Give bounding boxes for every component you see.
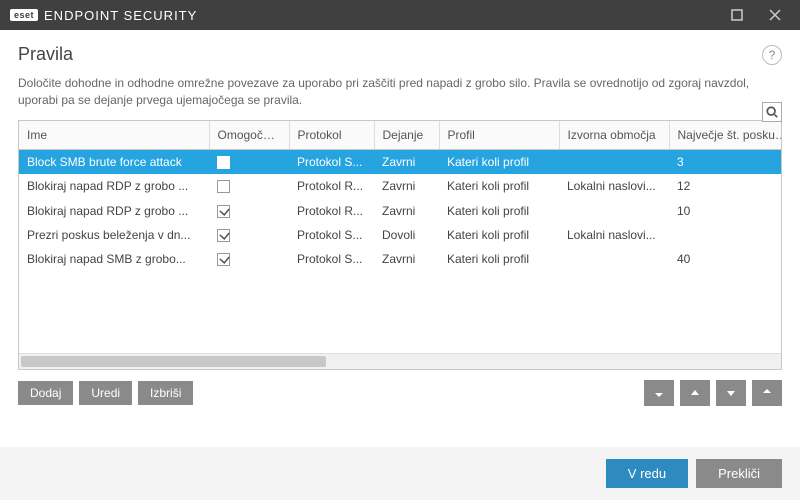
edit-button[interactable]: Uredi — [79, 381, 132, 405]
horizontal-scrollbar[interactable] — [19, 353, 781, 369]
cell-protocol: Protokol S... — [289, 247, 374, 271]
ok-button[interactable]: V redu — [606, 459, 688, 488]
cell-enabled[interactable] — [209, 223, 289, 247]
cell-enabled[interactable] — [209, 150, 289, 174]
cell-protocol: Protokol S... — [289, 150, 374, 174]
cell-action: Zavrni — [374, 150, 439, 174]
cell-name: Blokiraj napad RDP z grobo ... — [19, 198, 209, 222]
cell-profile: Kateri koli profil — [439, 150, 559, 174]
col-profile[interactable]: Profil — [439, 121, 559, 150]
cell-profile: Kateri koli profil — [439, 198, 559, 222]
brand-logo: eset — [10, 9, 38, 21]
search-button[interactable] — [762, 102, 782, 122]
rules-table: Ime Omogočeno Protokol Dejanje Profil Iz… — [18, 120, 782, 370]
table-header-row: Ime Omogočeno Protokol Dejanje Profil Iz… — [19, 121, 782, 150]
move-down-button[interactable] — [716, 380, 746, 406]
enabled-checkbox[interactable] — [217, 205, 230, 218]
table-row[interactable]: Blokiraj napad RDP z grobo ... Protokol R… — [19, 174, 781, 198]
col-enabled[interactable]: Omogočeno — [209, 121, 289, 150]
cell-name: Block SMB brute force attack — [19, 150, 209, 174]
brand-text: ENDPOINT SECURITY — [44, 8, 197, 23]
cell-protocol: Protokol R... — [289, 174, 374, 198]
page-title: Pravila — [18, 44, 73, 65]
cancel-button[interactable]: Prekliči — [696, 459, 782, 488]
close-button[interactable] — [756, 0, 794, 30]
cell-name: Blokiraj napad RDP z grobo ... — [19, 174, 209, 198]
cell-source: Lokalni naslovi... — [559, 223, 669, 247]
cell-action: Zavrni — [374, 247, 439, 271]
move-top-button[interactable] — [644, 380, 674, 406]
cell-source — [559, 247, 669, 271]
cell-source: Lokalni naslovi... — [559, 174, 669, 198]
cell-enabled[interactable] — [209, 198, 289, 222]
cell-max: 12 — [669, 174, 781, 198]
cell-protocol: Protokol R... — [289, 198, 374, 222]
col-action[interactable]: Dejanje — [374, 121, 439, 150]
move-bottom-button[interactable] — [752, 380, 782, 406]
move-up-button[interactable] — [680, 380, 710, 406]
cell-profile: Kateri koli profil — [439, 247, 559, 271]
cell-max: 10 — [669, 198, 781, 222]
col-max[interactable]: Največje št. poskusov — [669, 121, 782, 150]
cell-enabled[interactable] — [209, 174, 289, 198]
table-row[interactable]: Block SMB brute force attack Protokol S..… — [19, 150, 781, 174]
cell-action: Dovoli — [374, 223, 439, 247]
cell-profile: Kateri koli profil — [439, 174, 559, 198]
table-row[interactable]: Prezri poskus beleženja v dn... Protokol … — [19, 223, 781, 247]
description-text: Določite dohodne in odhodne omrežne pove… — [18, 76, 749, 107]
cell-max: 40 — [669, 247, 781, 271]
cell-action: Zavrni — [374, 198, 439, 222]
cell-protocol: Protokol S... — [289, 223, 374, 247]
cell-max: 3 — [669, 150, 781, 174]
col-protocol[interactable]: Protokol — [289, 121, 374, 150]
cell-source — [559, 150, 669, 174]
enabled-checkbox[interactable] — [217, 156, 230, 169]
cell-enabled[interactable] — [209, 247, 289, 271]
cell-action: Zavrni — [374, 174, 439, 198]
action-row: Dodaj Uredi Izbriši — [0, 370, 800, 416]
cell-max — [669, 223, 781, 247]
help-button[interactable]: ? — [762, 45, 782, 65]
table-row[interactable]: Blokiraj napad RDP z grobo ... Protokol R… — [19, 198, 781, 222]
cell-name: Prezri poskus beleženja v dn... — [19, 223, 209, 247]
page-header: Pravila ? — [0, 30, 800, 75]
minimize-button[interactable] — [718, 0, 756, 30]
col-source[interactable]: Izvorna območja — [559, 121, 669, 150]
col-name[interactable]: Ime — [19, 121, 209, 150]
cell-source — [559, 198, 669, 222]
table-row[interactable]: Blokiraj napad SMB z grobo... Protokol S.… — [19, 247, 781, 271]
cell-profile: Kateri koli profil — [439, 223, 559, 247]
titlebar: eset ENDPOINT SECURITY — [0, 0, 800, 30]
add-button[interactable]: Dodaj — [18, 381, 73, 405]
dialog-footer: V redu Prekliči — [0, 447, 800, 500]
cell-name: Blokiraj napad SMB z grobo... — [19, 247, 209, 271]
page-description: Določite dohodne in odhodne omrežne pove… — [0, 75, 800, 120]
enabled-checkbox[interactable] — [217, 229, 230, 242]
enabled-checkbox[interactable] — [217, 180, 230, 193]
enabled-checkbox[interactable] — [217, 253, 230, 266]
delete-button[interactable]: Izbriši — [138, 381, 193, 405]
